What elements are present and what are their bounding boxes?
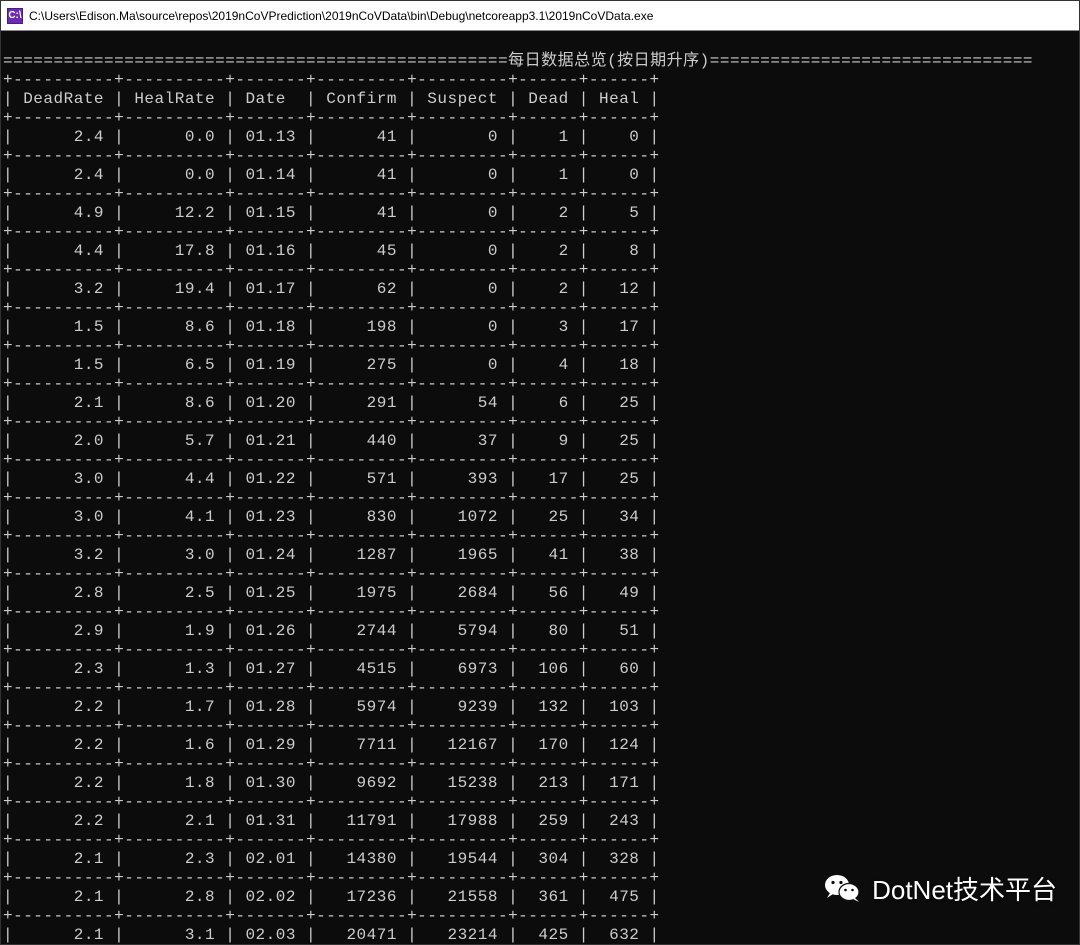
console-window: C:\ C:\Users\Edison.Ma\source\repos\2019… [0, 0, 1080, 945]
wechat-icon [822, 868, 862, 908]
title-bar[interactable]: C:\ C:\Users\Edison.Ma\source\repos\2019… [1, 1, 1079, 31]
window-title: C:\Users\Edison.Ma\source\repos\2019nCoV… [29, 9, 653, 23]
app-icon: C:\ [7, 8, 23, 24]
watermark: DotNet技术平台 [822, 868, 1057, 908]
console-output[interactable]: ========================================… [1, 31, 1079, 944]
watermark-text: DotNet技术平台 [872, 870, 1057, 907]
